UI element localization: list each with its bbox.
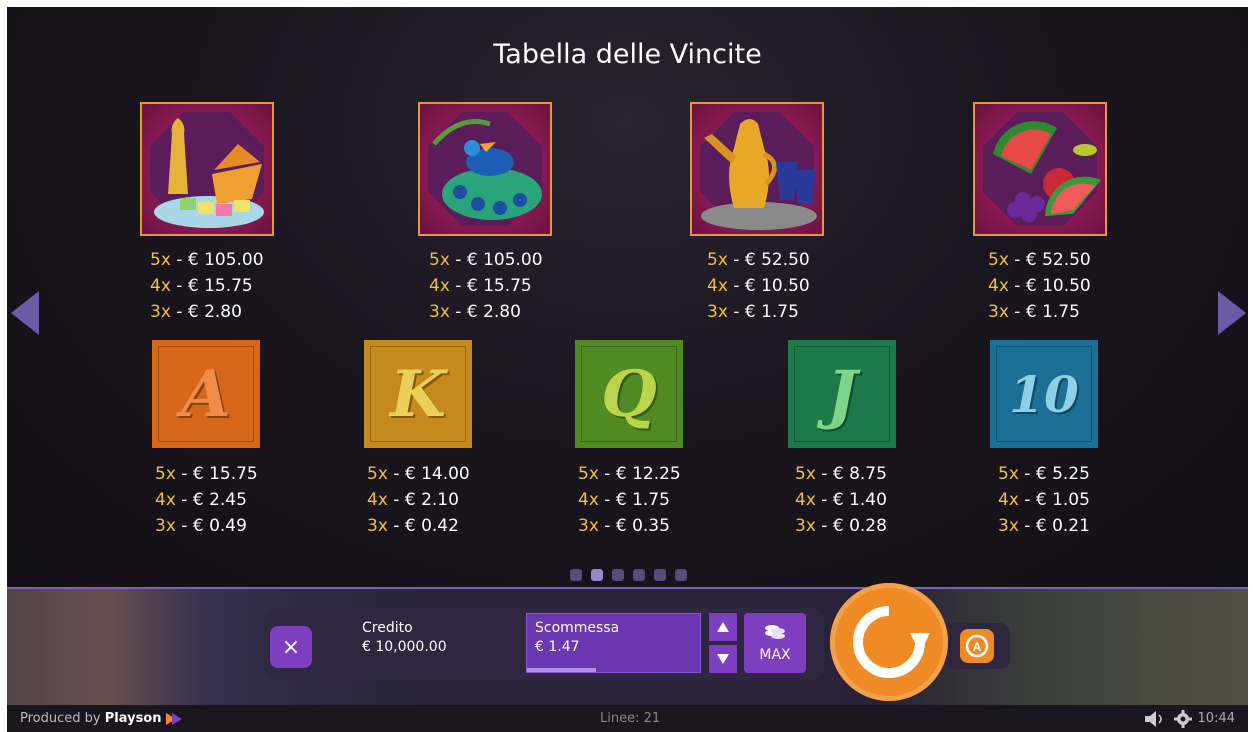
- ace-pays: 5x - € 15.75 4x - € 2.45 3x - € 0.49: [155, 464, 258, 536]
- page-dot[interactable]: [612, 569, 624, 581]
- fruit-pays: 5x - € 52.50 4x - € 10.50 3x - € 1.75: [988, 250, 1091, 322]
- fruit-symbol: [973, 102, 1107, 236]
- jack-pays: 5x - € 8.75 4x - € 1.40 3x - € 0.28: [795, 464, 887, 536]
- autoplay-button[interactable]: A: [960, 629, 994, 663]
- max-bet-button[interactable]: MAX: [744, 613, 806, 673]
- control-bar: × Credito € 10,000.00 Scommessa € 1.47 M…: [7, 583, 1248, 707]
- lines-count: Linee: 21: [600, 711, 661, 726]
- spin-icon: [853, 606, 930, 678]
- peacock-pays: 5x - € 105.00 4x - € 15.75 3x - € 2.80: [429, 250, 543, 322]
- game-screen: Tabella delle Vincite 5x - € 105.00 4x -…: [7, 7, 1248, 732]
- queen-pays: 5x - € 12.25 4x - € 1.75 3x - € 0.35: [578, 464, 681, 536]
- bet-value: € 1.47: [535, 639, 580, 655]
- credit-label: Credito: [362, 620, 413, 636]
- page-dot[interactable]: [633, 569, 645, 581]
- next-page-arrow[interactable]: [1218, 291, 1248, 335]
- playson-logo-icon: [165, 712, 182, 725]
- sweets-pays: 5x - € 105.00 4x - € 15.75 3x - € 2.80: [150, 250, 264, 322]
- page-title: Tabella delle Vincite: [493, 39, 762, 70]
- page-dot[interactable]: [591, 569, 603, 581]
- paytable-panel: Tabella delle Vincite 5x - € 105.00 4x -…: [7, 7, 1248, 587]
- teapot-pays: 5x - € 52.50 4x - € 10.50 3x - € 1.75: [707, 250, 810, 322]
- teapot-symbol: [690, 102, 824, 236]
- ace-symbol: A: [152, 340, 260, 448]
- queen-symbol: Q: [575, 340, 683, 448]
- bet-decrease-button[interactable]: [709, 645, 737, 673]
- bet-label: Scommessa: [535, 620, 620, 636]
- autoplay-icon: A: [965, 634, 989, 658]
- producer-credit: Produced by Playson: [20, 711, 182, 726]
- prev-page-arrow[interactable]: [11, 291, 41, 335]
- max-label: MAX: [759, 647, 791, 663]
- credit-value: € 10,000.00: [362, 639, 447, 655]
- peacock-symbol: [418, 102, 552, 236]
- bet-display: Scommessa € 1.47: [526, 613, 701, 673]
- jack-symbol: J: [788, 340, 896, 448]
- close-button[interactable]: ×: [270, 626, 312, 668]
- sound-icon[interactable]: [1145, 711, 1163, 727]
- arrow-up-icon: [717, 622, 729, 632]
- arrow-down-icon: [717, 654, 729, 664]
- sweets-symbol: [140, 102, 274, 236]
- svg-text:A: A: [973, 640, 982, 654]
- page-dot[interactable]: [570, 569, 582, 581]
- king-pays: 5x - € 14.00 4x - € 2.10 3x - € 0.42: [367, 464, 470, 536]
- footer-bar: Produced by Playson Linee: 21 10:44: [7, 705, 1248, 732]
- page-dot[interactable]: [654, 569, 666, 581]
- bet-level-bar: [527, 668, 597, 672]
- coins-icon: [765, 625, 785, 639]
- king-symbol: K: [364, 340, 472, 448]
- spin-button[interactable]: [830, 583, 948, 701]
- page-dot[interactable]: [675, 569, 687, 581]
- gear-icon[interactable]: [1174, 710, 1192, 728]
- ten-pays: 5x - € 5.25 4x - € 1.05 3x - € 0.21: [998, 464, 1090, 536]
- page-indicator[interactable]: [570, 569, 687, 581]
- ten-symbol: 10: [990, 340, 1098, 448]
- clock: 10:44: [1197, 711, 1235, 726]
- bet-increase-button[interactable]: [709, 613, 737, 641]
